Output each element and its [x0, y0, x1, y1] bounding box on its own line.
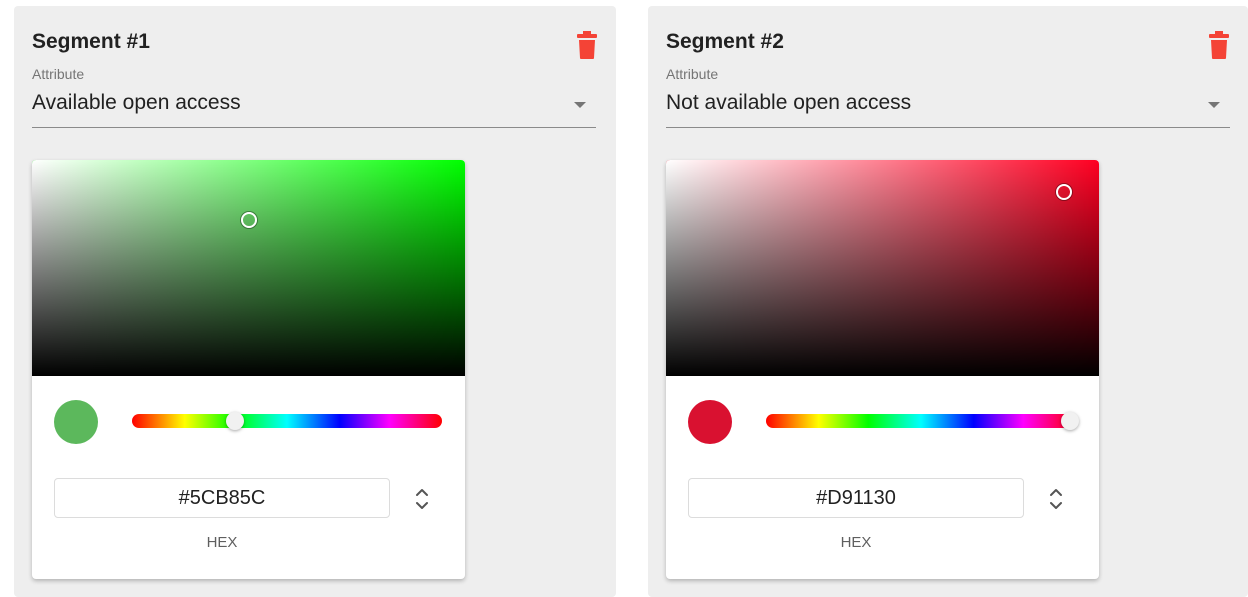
hue-slider[interactable] [766, 412, 1079, 430]
unfold-icon [1050, 489, 1062, 509]
attribute-label: Attribute [666, 66, 719, 82]
unfold-icon [416, 489, 428, 509]
caret-down-icon [574, 102, 586, 108]
color-swatch [688, 400, 732, 444]
color-swatch [54, 400, 98, 444]
segment-card-2: Segment #2 Attribute Not available open … [648, 6, 1248, 597]
segment-title: Segment #2 [666, 30, 784, 53]
delete-segment-button[interactable] [574, 30, 600, 60]
hex-input[interactable] [688, 478, 1024, 518]
hue-slider-thumb[interactable] [226, 412, 245, 430]
hex-mode-label: HEX [840, 534, 872, 551]
color-picker: HEX [666, 160, 1099, 579]
caret-down-icon [1208, 102, 1220, 108]
hex-mode-label: HEX [206, 534, 238, 551]
delete-segment-button[interactable] [1206, 30, 1232, 60]
trash-icon [577, 31, 597, 59]
saturation-brightness-area[interactable] [32, 160, 465, 376]
hex-input[interactable] [54, 478, 390, 518]
hue-slider-thumb[interactable] [1060, 412, 1079, 430]
color-cursor[interactable] [1056, 184, 1073, 201]
attribute-value: Not available open access [666, 91, 912, 114]
hue-slider[interactable] [132, 412, 442, 430]
mode-toggle-button[interactable] [412, 484, 432, 514]
trash-icon [1209, 31, 1229, 59]
attribute-select[interactable]: Not available open access [666, 88, 1230, 128]
attribute-select[interactable]: Available open access [32, 88, 596, 128]
mode-toggle-button[interactable] [1046, 484, 1066, 514]
segment-card-1: Segment #1 Attribute Available open acce… [14, 6, 616, 597]
color-cursor[interactable] [240, 212, 257, 229]
attribute-value: Available open access [32, 91, 241, 114]
color-picker: HEX [32, 160, 465, 579]
segment-title: Segment #1 [32, 30, 150, 53]
attribute-label: Attribute [32, 66, 85, 82]
saturation-brightness-area[interactable] [666, 160, 1099, 376]
